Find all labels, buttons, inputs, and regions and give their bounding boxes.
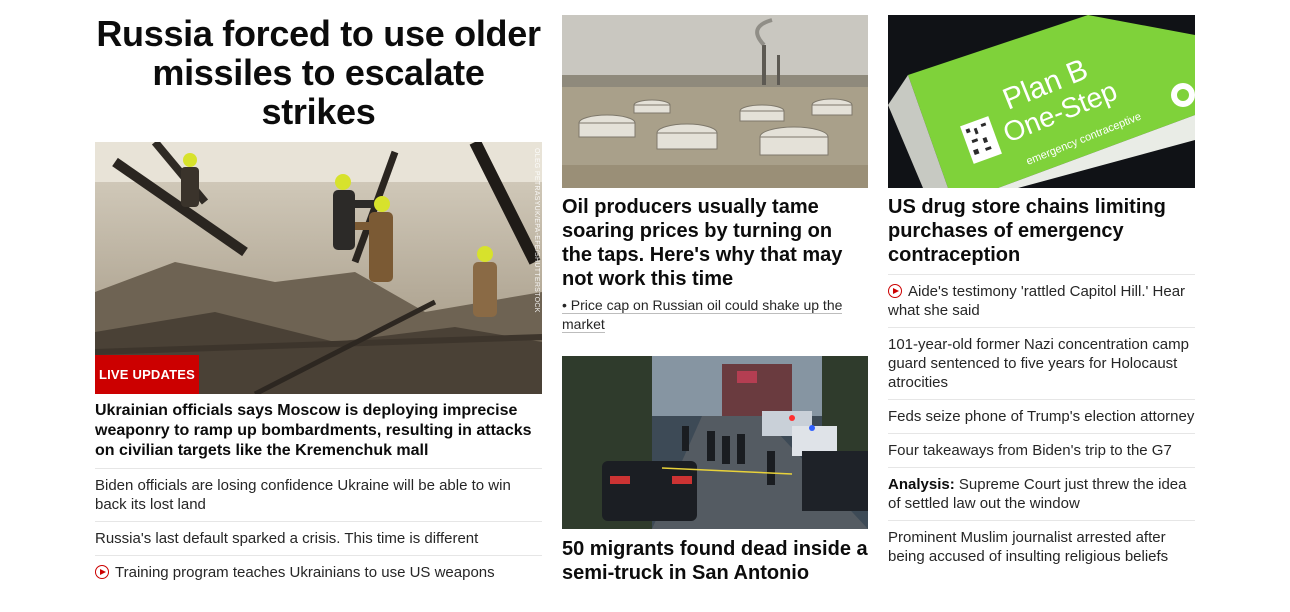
pill-box-illustration: Plan B One-Step emergency contraceptive bbox=[888, 15, 1195, 188]
lead-story-link[interactable]: Ukrainian officials says Moscow is deplo… bbox=[95, 401, 542, 461]
oil-refinery-image[interactable] bbox=[562, 15, 868, 188]
main-story-column: Russia forced to use older missiles to e… bbox=[95, 0, 542, 581]
related-links-list: Biden officials are losing confidence Uk… bbox=[95, 468, 542, 589]
migrants-headline[interactable]: 50 migrants found dead inside a semi-tru… bbox=[562, 537, 868, 585]
photo-credit: OLEG PETRASYUK/EPA-EFE/SHUTTERSTOCK bbox=[533, 148, 540, 313]
list-item[interactable]: Training program teaches Ukrainians to u… bbox=[95, 555, 542, 589]
top-stories-list: Aide's testimony 'rattled Capitol Hill.'… bbox=[888, 274, 1195, 573]
list-item[interactable]: 101-year-old former Nazi concentration c… bbox=[888, 327, 1195, 399]
list-item[interactable]: Aide's testimony 'rattled Capitol Hill.'… bbox=[888, 274, 1195, 327]
play-circle-icon bbox=[95, 565, 109, 579]
oil-prices-headline[interactable]: Oil producers usually tame soaring price… bbox=[562, 195, 862, 291]
main-headline[interactable]: Russia forced to use older missiles to e… bbox=[95, 14, 542, 131]
list-item[interactable]: Russia's last default sparked a crisis. … bbox=[95, 521, 542, 555]
list-item[interactable]: Four takeaways from Biden's trip to the … bbox=[888, 433, 1195, 467]
contraception-headline[interactable]: US drug store chains limiting purchases … bbox=[888, 195, 1188, 267]
play-circle-icon bbox=[888, 284, 902, 298]
list-item[interactable]: Prominent Muslim journalist arrested aft… bbox=[888, 520, 1195, 573]
list-item[interactable]: Feds seize phone of Trump's election att… bbox=[888, 399, 1195, 433]
hero-image-rescue-workers[interactable]: OLEG PETRASYUK/EPA-EFE/SHUTTERSTOCK LIVE… bbox=[95, 142, 542, 394]
live-updates-badge[interactable]: LIVE UPDATES bbox=[95, 355, 199, 394]
oil-price-cap-link[interactable]: • Price cap on Russian oil could shake u… bbox=[562, 296, 852, 334]
night-road-illustration bbox=[562, 356, 868, 529]
refinery-illustration bbox=[562, 15, 868, 188]
analysis-label: Analysis: bbox=[888, 476, 955, 493]
plan-b-box-image[interactable]: Plan B One-Step emergency contraceptive bbox=[888, 15, 1195, 188]
list-item[interactable]: Biden officials are losing confidence Uk… bbox=[95, 468, 542, 521]
list-item[interactable]: Analysis: Supreme Court just threw the i… bbox=[888, 467, 1195, 520]
migrants-scene-image[interactable] bbox=[562, 356, 868, 529]
